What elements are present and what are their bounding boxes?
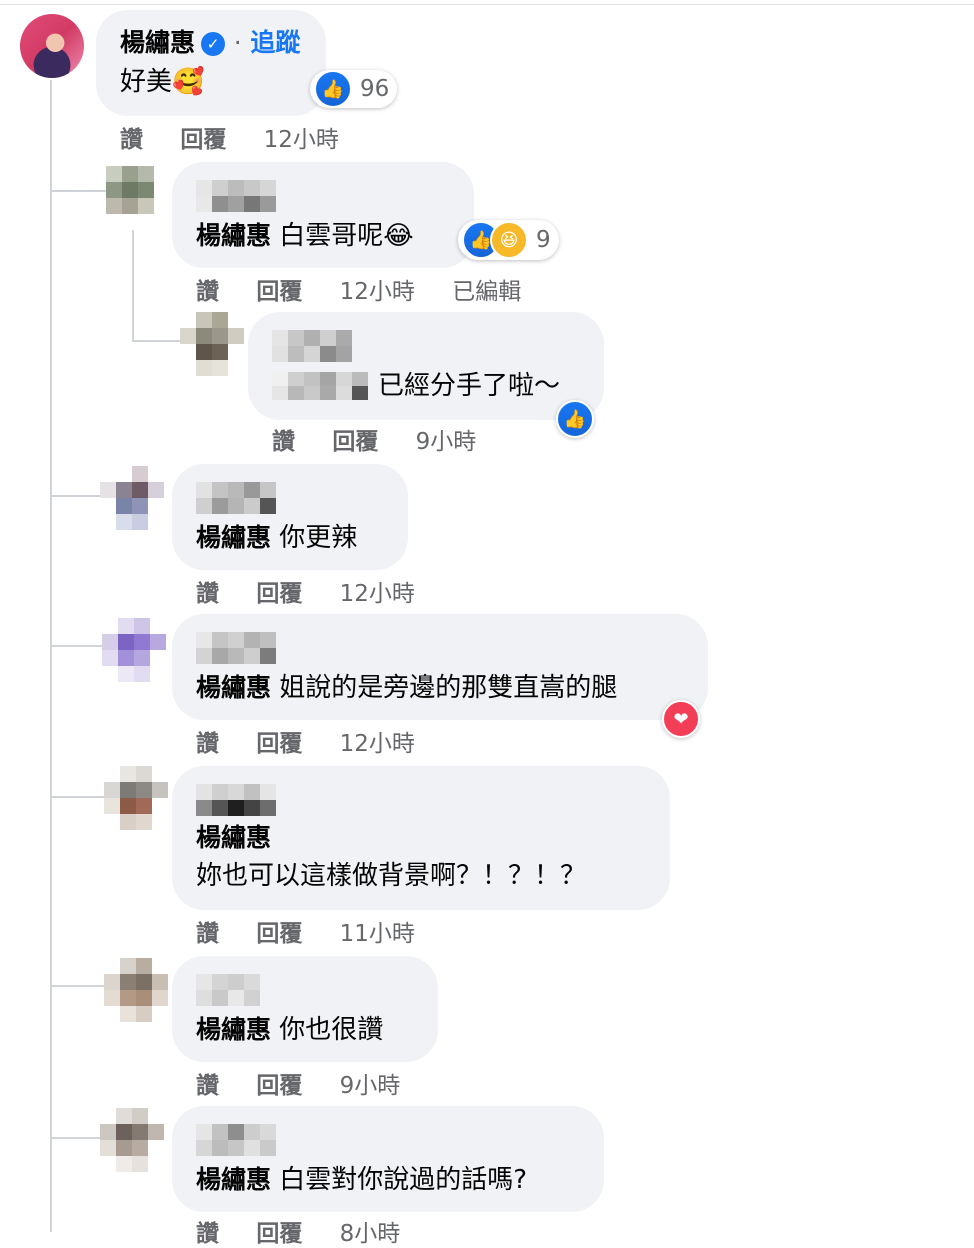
tagged-user[interactable]: 楊繡惠 [196, 820, 646, 856]
timestamp[interactable]: 12小時 [264, 127, 339, 153]
blurred-mention [272, 372, 368, 400]
reply-text: 白雲哥呢😂 [279, 221, 414, 251]
separator: · [233, 28, 242, 57]
timestamp[interactable]: 8小時 [340, 1221, 401, 1247]
thread-branch [50, 985, 106, 987]
reply-bubble: 楊繡惠 白雲哥呢😂 [172, 162, 474, 268]
thread-branch [50, 645, 106, 647]
reaction-count: 96 [360, 76, 390, 102]
tagged-user[interactable]: 楊繡惠 [196, 523, 271, 552]
reply-bubble: 楊繡惠 你也很讚 [172, 956, 438, 1062]
thread-branch [50, 495, 106, 497]
comment-text: 好美🥰 [120, 67, 205, 97]
reply-bubble: 楊繡惠 妳也可以這樣做背景啊？！？！？ [172, 766, 670, 910]
reply-avatar[interactable] [102, 618, 166, 682]
like-link[interactable]: 讚 [196, 581, 219, 607]
comment-author-row: 楊繡惠 ✓ · 追蹤 [120, 26, 302, 60]
thread-branch [132, 340, 180, 342]
reply-link[interactable]: 回覆 [256, 731, 302, 757]
like-link[interactable]: 讚 [196, 731, 219, 757]
like-link[interactable]: 讚 [196, 921, 219, 947]
tagged-user[interactable]: 楊繡惠 [196, 673, 271, 702]
reply-actions: 讚 回覆 8小時 [196, 1214, 430, 1248]
reply-actions: 讚 回覆 12小時 已編輯 [196, 272, 551, 306]
like-link[interactable]: 讚 [272, 429, 295, 455]
reply-link[interactable]: 回覆 [332, 429, 378, 455]
reaction-summary[interactable]: 👍 [556, 400, 594, 438]
timestamp[interactable]: 12小時 [340, 279, 415, 305]
reaction-summary[interactable]: 👍 96 [310, 70, 398, 108]
reply-text: 姐說的是旁邊的那雙直嵩的腿 [279, 673, 618, 703]
reaction-summary[interactable]: ❤ [662, 700, 700, 738]
blurred-author-name [196, 180, 450, 212]
reply-text: 已經分手了啦～ [378, 371, 561, 401]
reply-link[interactable]: 回覆 [256, 1221, 302, 1247]
blurred-author-name [272, 330, 580, 362]
thread-line-nested [132, 225, 134, 340]
blurred-author-name [196, 482, 384, 514]
timestamp[interactable]: 12小時 [340, 731, 415, 757]
blurred-author-name [196, 974, 414, 1006]
blurred-author-name [196, 1124, 580, 1156]
tagged-user[interactable]: 楊繡惠 [196, 221, 271, 250]
reaction-summary[interactable]: 👍 😆 9 [458, 220, 559, 260]
thread-branch [50, 190, 106, 192]
reply-actions: 讚 回覆 9小時 [272, 422, 506, 456]
like-link[interactable]: 讚 [196, 1073, 219, 1099]
timestamp[interactable]: 9小時 [340, 1073, 401, 1099]
reply-actions: 讚 回覆 12小時 [196, 724, 445, 758]
reply-avatar[interactable] [100, 466, 164, 530]
reply-avatar[interactable] [180, 312, 244, 376]
thread-branch [50, 796, 106, 798]
reply-avatar[interactable] [106, 166, 170, 230]
comment-author[interactable]: 楊繡惠 [120, 28, 195, 57]
reply-link[interactable]: 回覆 [256, 581, 302, 607]
reply-actions: 讚 回覆 9小時 [196, 1066, 430, 1100]
timestamp[interactable]: 9小時 [416, 429, 477, 455]
thread-branch [50, 1137, 106, 1139]
tagged-user[interactable]: 楊繡惠 [196, 1015, 271, 1044]
reply-link[interactable]: 回覆 [256, 279, 302, 305]
reply-actions: 讚 回覆 11小時 [196, 914, 445, 948]
verified-badge-icon: ✓ [201, 32, 226, 56]
blurred-author-name [196, 632, 684, 664]
comment-actions: 讚 回覆 12小時 [120, 120, 369, 154]
reply-link[interactable]: 回覆 [256, 921, 302, 947]
reply-link[interactable]: 回覆 [256, 1073, 302, 1099]
reply-link[interactable]: 回覆 [180, 127, 226, 153]
reply-bubble: 楊繡惠 白雲對你說過的話嗎? [172, 1106, 604, 1212]
laughing-face-icon: 😆 [490, 221, 528, 259]
thumbs-up-icon: 👍 [314, 70, 352, 108]
reply-bubble: 已經分手了啦～ [248, 312, 604, 420]
like-link[interactable]: 讚 [196, 279, 219, 305]
edited-label[interactable]: 已編輯 [452, 279, 521, 305]
top-divider [0, 4, 974, 5]
reply-text: 白雲對你說過的話嗎? [279, 1165, 528, 1195]
timestamp[interactable]: 11小時 [340, 921, 415, 947]
reply-text: 妳也可以這樣做背景啊？！？！？ [196, 861, 587, 891]
commenter-avatar[interactable] [20, 14, 84, 78]
reaction-count: 9 [536, 227, 551, 253]
reply-bubble: 楊繡惠 姐說的是旁邊的那雙直嵩的腿 [172, 614, 708, 720]
timestamp[interactable]: 12小時 [340, 581, 415, 607]
reply-avatar[interactable] [100, 1108, 164, 1172]
main-comment-bubble: 楊繡惠 ✓ · 追蹤 好美🥰 [96, 10, 326, 116]
reply-bubble: 楊繡惠 你更辣 [172, 464, 408, 570]
follow-link[interactable]: 追蹤 [250, 28, 300, 57]
heart-icon: ❤ [662, 700, 700, 738]
reply-text: 你更辣 [279, 523, 358, 553]
thumbs-up-icon: 👍 [556, 400, 594, 438]
reply-avatar[interactable] [104, 958, 168, 1022]
blurred-author-name [196, 784, 646, 816]
tagged-user[interactable]: 楊繡惠 [196, 1165, 271, 1194]
like-link[interactable]: 讚 [196, 1221, 219, 1247]
reply-text: 你也很讚 [279, 1015, 384, 1045]
reply-avatar[interactable] [104, 766, 168, 830]
thread-line [50, 80, 52, 1232]
like-link[interactable]: 讚 [120, 127, 143, 153]
reply-actions: 讚 回覆 12小時 [196, 574, 445, 608]
